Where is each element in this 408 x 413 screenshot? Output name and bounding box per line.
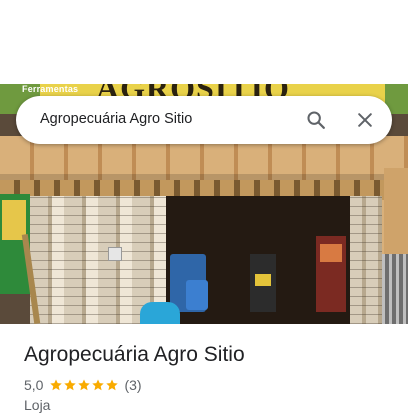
star-icon (64, 379, 77, 391)
search-button[interactable] (300, 104, 332, 136)
blue-bucket (140, 302, 180, 324)
metal-gate (382, 254, 408, 324)
water-bottle (186, 280, 208, 310)
star-icon (50, 379, 63, 391)
star-icon (106, 379, 119, 391)
review-count[interactable]: (3) (124, 377, 141, 393)
star-icon (78, 379, 91, 391)
place-category: Loja (24, 397, 51, 413)
rating-row[interactable]: 5,0 (3) (24, 376, 142, 394)
search-bar[interactable]: Agropecuária Agro Sitio (16, 96, 392, 144)
product-label (255, 274, 271, 286)
clear-button[interactable] (349, 104, 381, 136)
place-title: Agropecuária Agro Sitio (24, 343, 245, 366)
product-box (320, 244, 342, 262)
search-icon (307, 111, 325, 129)
rating-stars (49, 378, 119, 392)
close-icon (358, 113, 372, 127)
top-blank-area (0, 0, 408, 84)
sign-small-text: Ferramentas (22, 84, 79, 94)
rating-value: 5,0 (24, 377, 44, 393)
star-icon (92, 379, 105, 391)
wall-socket (108, 247, 122, 261)
search-input[interactable]: Agropecuária Agro Sitio (40, 111, 192, 127)
tiled-wall-right (350, 196, 382, 324)
awning-edge (384, 168, 408, 260)
